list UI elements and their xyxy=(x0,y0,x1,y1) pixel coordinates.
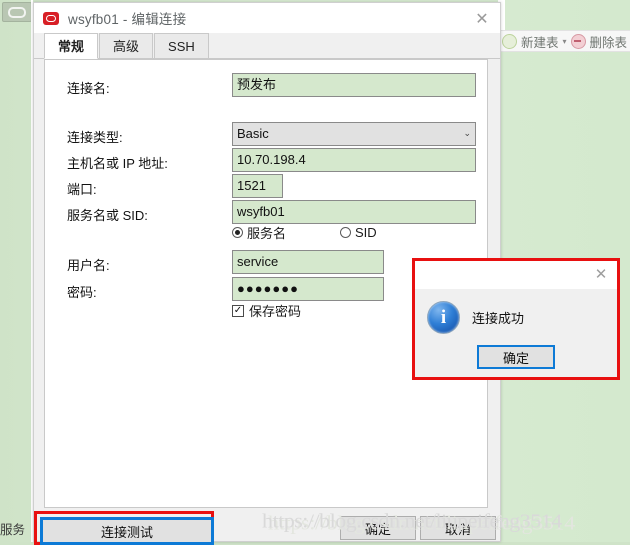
connection-name-label: 连接名: xyxy=(67,81,110,96)
connection-type-select[interactable]: Basic ⌄ xyxy=(232,122,476,146)
radio-service-name-label: 服务名 xyxy=(247,226,287,241)
info-icon: i xyxy=(427,301,460,334)
service-radio-group: 服务名 SID xyxy=(232,223,377,242)
service-label: 服务名或 SID: xyxy=(67,208,148,223)
tab-advanced[interactable]: 高级 xyxy=(99,33,154,58)
connection-name-input[interactable]: 预发布 xyxy=(232,73,476,97)
password-label: 密码: xyxy=(67,285,97,300)
save-password-label: 保存密码 xyxy=(249,304,302,319)
connection-type-label-row: 连接类型: xyxy=(67,127,123,146)
new-table-icon xyxy=(502,33,517,49)
host-input[interactable]: 10.70.198.4 xyxy=(232,148,476,172)
save-password-checkbox[interactable]: ✓ xyxy=(232,304,244,317)
messagebox-ok-button[interactable]: 确定 xyxy=(477,345,555,369)
host-label-row: 主机名或 IP 地址: xyxy=(67,153,168,172)
host-label: 主机名或 IP 地址: xyxy=(67,156,168,171)
service-label-row: 服务名或 SID: xyxy=(67,205,148,224)
port-label-row: 端口: xyxy=(67,179,97,198)
background-status-text: 服务 xyxy=(0,523,26,537)
dialog-title: wsyfb01 - 编辑连接 xyxy=(68,12,187,27)
password-input[interactable]: ●●●●●●● xyxy=(232,277,384,301)
navicat-icon xyxy=(43,11,59,25)
dialog-titlebar: wsyfb01 - 编辑连接 ✕ xyxy=(34,3,500,33)
window-thumbnail-glyph xyxy=(8,6,26,18)
connection-type-value: Basic xyxy=(237,126,269,141)
tab-bar: 常规 高级 SSH xyxy=(34,33,500,59)
messagebox-titlebar: ✕ xyxy=(415,261,617,289)
connection-success-messagebox: ✕ i 连接成功 确定 xyxy=(412,258,620,380)
port-input[interactable]: 1521 xyxy=(232,174,283,198)
username-label-row: 用户名: xyxy=(67,255,110,274)
radio-service-name[interactable] xyxy=(232,227,243,238)
service-input[interactable]: wsyfb01 xyxy=(232,200,476,224)
tab-general[interactable]: 常规 xyxy=(44,33,99,59)
messagebox-body: i 连接成功 xyxy=(415,289,617,334)
username-input[interactable]: service xyxy=(232,250,384,274)
navicat-icon-inner xyxy=(46,14,56,22)
radio-sid[interactable] xyxy=(340,227,352,238)
tab-ssh[interactable]: SSH xyxy=(154,33,209,58)
close-icon[interactable]: ✕ xyxy=(470,7,494,29)
save-password-row[interactable]: ✓ 保存密码 xyxy=(232,301,301,320)
chevron-down-icon: ⌄ xyxy=(463,129,471,139)
messagebox-text: 连接成功 xyxy=(472,311,525,326)
username-label: 用户名: xyxy=(67,258,110,273)
delete-table-label[interactable]: 删除表 xyxy=(590,32,628,51)
port-label: 端口: xyxy=(67,182,97,197)
test-connection-annotation: 连接测试 xyxy=(34,511,214,545)
test-connection-button[interactable]: 连接测试 xyxy=(40,517,214,545)
connection-name-label-row: 连接名: xyxy=(67,78,110,97)
delete-table-icon xyxy=(570,33,586,49)
chevron-down-icon[interactable]: ▾ xyxy=(563,37,567,46)
close-icon[interactable]: ✕ xyxy=(590,264,612,284)
radio-sid-label: SID xyxy=(355,225,377,240)
connection-type-label: 连接类型: xyxy=(67,130,123,145)
window-thumbnail-icon xyxy=(2,2,32,22)
password-label-row: 密码: xyxy=(67,282,97,301)
background-toolbar: 新建表 ▾ 删除表 xyxy=(500,30,630,52)
cancel-button[interactable]: 取消 xyxy=(420,516,496,540)
new-table-label[interactable]: 新建表 xyxy=(521,32,559,51)
ok-button[interactable]: 确定 xyxy=(340,516,416,540)
